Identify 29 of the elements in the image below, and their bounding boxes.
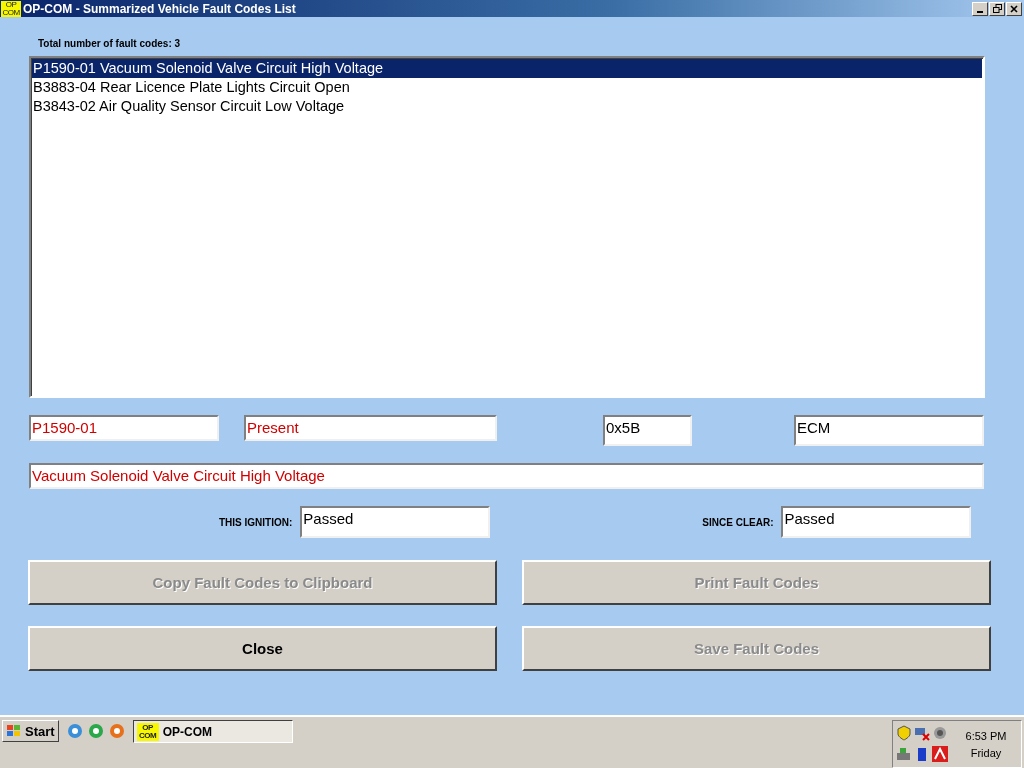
minimize-button[interactable] xyxy=(972,1,988,16)
close-icon xyxy=(1010,4,1018,13)
description-field[interactable]: Vacuum Solenoid Valve Circuit High Voltage xyxy=(29,463,984,489)
network-icon[interactable] xyxy=(914,725,930,741)
start-button[interactable]: Start xyxy=(2,720,59,742)
app-icon: OP COM xyxy=(1,0,21,17)
this-ignition-label: THIS IGNITION: xyxy=(219,516,293,528)
restore-button[interactable] xyxy=(989,1,1005,16)
status-field[interactable]: Present xyxy=(244,415,497,441)
close-button[interactable] xyxy=(1006,1,1022,16)
fault-code-item[interactable]: P1590-01 Vacuum Solenoid Valve Circuit High Voltage xyxy=(32,59,982,78)
clock-day: Friday xyxy=(970,746,1002,759)
action-button[interactable]: Close xyxy=(28,626,497,671)
this-ignition-field[interactable]: Passed xyxy=(300,506,491,538)
code-field[interactable]: P1590-01 xyxy=(29,415,219,441)
restore-icon xyxy=(992,4,1002,13)
app-icon: OP COM xyxy=(136,722,159,741)
shield-icon[interactable] xyxy=(896,725,912,741)
minimize-icon xyxy=(977,10,983,13)
module-field[interactable]: ECM xyxy=(794,415,984,446)
since-clear-label: SINCE CLEAR: xyxy=(702,516,774,528)
fault-count-label: Total number of fault codes: 3 xyxy=(38,38,182,49)
fault-code-item[interactable]: B3843-02 Air Quality Sensor Circuit Low Voltage xyxy=(32,97,982,116)
address-field[interactable]: 0x5B xyxy=(603,415,692,446)
clock-time: 6:53 PM xyxy=(965,729,1007,742)
windows-logo-icon xyxy=(6,724,22,738)
fault-code-item[interactable]: B3883-04 Rear Licence Plate Lights Circuit Open xyxy=(32,78,982,97)
window-title: OP-COM - Summarized Vehicle Fault Codes List xyxy=(23,1,296,16)
since-clear-field[interactable]: Passed xyxy=(781,506,972,538)
